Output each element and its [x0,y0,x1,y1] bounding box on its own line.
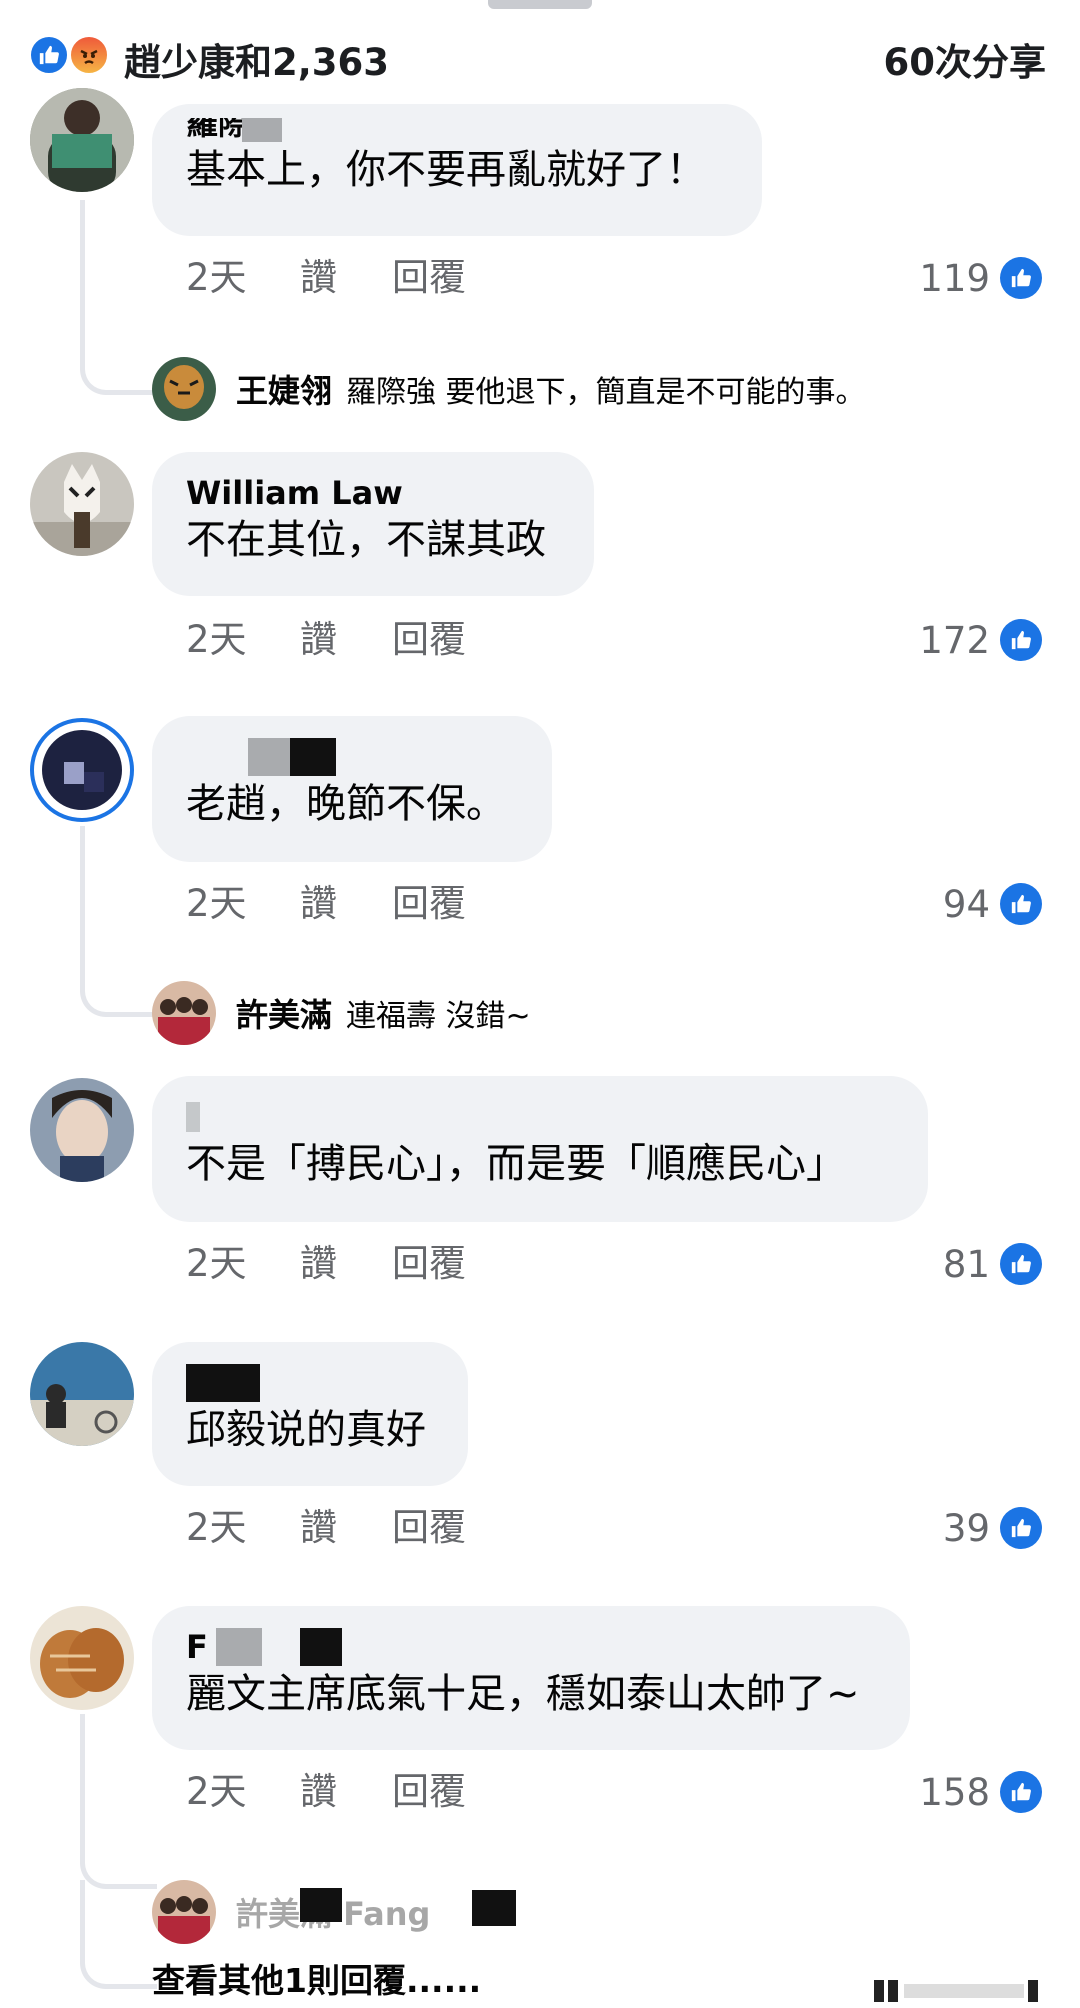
comment-actions: 2天 讚 回覆 [186,1504,486,1552]
like-count[interactable]: 39 [943,1504,1042,1552]
reply-button[interactable]: 回覆 [392,616,466,664]
censor-block [300,1888,342,1922]
nav-bar-icons [874,1978,1060,2004]
reply-button[interactable]: 回覆 [392,1768,466,1816]
commenter-avatar[interactable] [30,1342,134,1446]
comment-bubble[interactable]: 老趙，晚節不保。 [152,716,552,862]
comment-text: 基本上，你不要再亂就好了！ [186,147,706,193]
like-button[interactable]: 讚 [300,880,337,928]
comment-bubble[interactable]: F 麗文主席底氣十足，穩如泰山太帥了~ [152,1606,910,1750]
reply-avatar[interactable] [152,1880,216,1944]
like-count-value: 81 [942,1242,990,1286]
comment-author[interactable] [186,1098,894,1136]
commenter-avatar[interactable] [30,1606,134,1710]
comment-text: 老趙，晚節不保。 [186,781,506,827]
comment-text: 麗文主席底氣十足，穩如泰山太帥了~ [186,1671,860,1717]
reaction-summary[interactable]: 趙少康和2,363 [124,32,389,86]
bottom-sheet-handle[interactable] [488,0,592,9]
like-button[interactable]: 讚 [300,1504,337,1552]
comment-time: 2天 [186,1506,247,1549]
comment-time: 2天 [186,1242,247,1285]
like-count-value: 39 [942,1506,990,1550]
like-count[interactable]: 119 [919,254,1042,302]
commenter-avatar[interactable] [30,452,134,556]
like-badge-icon [1000,257,1042,299]
reply-thread-line [80,826,157,1017]
comment-text: 不在其位，不謀其政 [186,517,546,563]
view-more-replies-link[interactable]: 查看其他1則回覆...... [152,1954,481,2002]
comment-time: 2天 [186,882,247,925]
comment-author[interactable]: William Law [186,474,560,512]
comment-author[interactable] [186,738,518,776]
comment-bubble[interactable]: 羅際強 基本上，你不要再亂就好了！ [152,104,762,236]
reply-thread-line [80,1714,157,1889]
like-count-value: 94 [942,882,990,926]
like-count-value: 119 [919,256,990,300]
like-badge-icon [1000,1771,1042,1813]
comment-actions: 2天 讚 回覆 [186,1768,486,1816]
commenter-avatar[interactable] [30,88,134,192]
like-count[interactable]: 158 [919,1768,1042,1816]
like-button[interactable]: 讚 [300,1768,337,1816]
comment-author[interactable]: 羅際強 [186,118,728,142]
like-badge-icon [1000,619,1042,661]
like-count[interactable]: 94 [943,880,1042,928]
like-count[interactable]: 81 [943,1240,1042,1288]
reply-item[interactable]: 王婕翎 羅際強 要他退下，簡直是不可能的事。 [236,357,866,421]
like-badge-icon [1000,883,1042,925]
reply-author[interactable]: 王婕翎 [236,366,332,412]
reply-text: 羅際強 要他退下，簡直是不可能的事。 [346,375,866,410]
reply-button[interactable]: 回覆 [392,880,466,928]
reply-avatar[interactable] [152,357,216,421]
reply-avatar[interactable] [152,981,216,1045]
like-badge-icon [1000,1243,1042,1285]
comment-bubble[interactable]: 邱毅说的真好 [152,1342,468,1486]
like-button[interactable]: 讚 [300,1240,337,1288]
like-count[interactable]: 172 [919,616,1042,664]
comment-actions: 2天 讚 回覆 [186,254,486,302]
comment-time: 2天 [186,256,247,299]
reply-thread-line [80,200,157,395]
like-count-value: 172 [919,618,990,662]
comment-time: 2天 [186,1770,247,1813]
like-badge-icon [1000,1507,1042,1549]
reply-button[interactable]: 回覆 [392,254,466,302]
reply-button[interactable]: 回覆 [392,1504,466,1552]
comment-text: 邱毅说的真好 [186,1407,426,1453]
angry-reaction-icon[interactable] [68,34,110,76]
comment-author[interactable] [186,1364,434,1402]
like-button[interactable]: 讚 [300,616,337,664]
commenter-avatar[interactable] [30,1078,134,1182]
comment-actions: 2天 讚 回覆 [186,1240,486,1288]
comment-bubble[interactable]: William Law 不在其位，不謀其政 [152,452,594,596]
comment-actions: 2天 讚 回覆 [186,616,486,664]
like-count-value: 158 [919,1770,990,1814]
comment-author[interactable]: F [186,1628,876,1666]
comment-text: 不是「搏民心」，而是要「順應民心」 [186,1141,846,1187]
like-reaction-icon[interactable] [28,34,70,76]
censor-block [472,1890,516,1926]
share-count[interactable]: 60次分享 [884,32,1047,86]
comment-time: 2天 [186,618,247,661]
reactions-bar: 趙少康和2,363 60次分享 [0,26,1080,88]
reply-author[interactable]: 許美滿 [236,990,332,1036]
reply-button[interactable]: 回覆 [392,1240,466,1288]
like-button[interactable]: 讚 [300,254,337,302]
reply-text: 連福壽 沒錯~ [346,999,531,1034]
comment-bubble[interactable]: 不是「搏民心」，而是要「順應民心」 [152,1076,928,1222]
comment-actions: 2天 讚 回覆 [186,880,486,928]
commenter-avatar[interactable] [30,718,134,822]
reply-item[interactable]: 許美滿 連福壽 沒錯~ [236,981,531,1045]
reply-thread-line [80,1880,157,1989]
